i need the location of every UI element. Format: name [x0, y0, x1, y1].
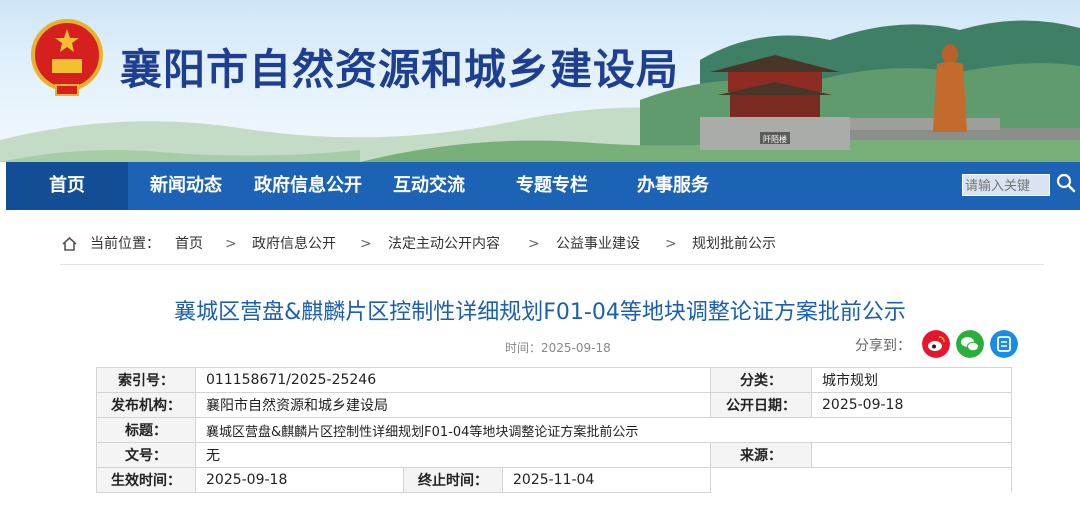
source-label: 来源： — [710, 442, 812, 468]
table-row: 索引号： 011158671/2025-25246 分类： 城市规划 — [96, 367, 1012, 393]
gate-sign: 阡陌楼 — [763, 134, 787, 144]
nav-item-home[interactable]: 首页 — [6, 162, 128, 210]
effective-label: 生效时间： — [96, 467, 196, 493]
info-table: 索引号： 011158671/2025-25246 分类： 城市规划 发布机构：… — [96, 367, 1012, 493]
share-label: 分享到： — [855, 338, 911, 354]
pubdate-label: 公开日期： — [710, 392, 812, 418]
docno-value: 无 — [195, 442, 711, 468]
empty-cell — [811, 467, 1012, 493]
article-title: 襄城区营盘&麒麟片区控制性详细规划F01-04等地块调整论证方案批前公示 — [174, 300, 906, 325]
breadcrumb-separator: > — [528, 236, 540, 252]
title-label: 标题： — [96, 417, 196, 443]
index-value: 011158671/2025-25246 — [195, 367, 711, 393]
table-row: 生效时间： 2025-09-18 终止时间： 2025-11-04 — [96, 467, 1012, 493]
breadcrumb-separator: > — [665, 236, 677, 252]
table-row: 发布机构： 襄阳市自然资源和城乡建设局 公开日期： 2025-09-18 — [96, 392, 1012, 418]
search-box — [962, 174, 1050, 196]
article-date-line: 时间：2025-09-18 — [505, 339, 611, 356]
nav-item-special-topics[interactable]: 专题专栏 — [516, 162, 588, 210]
breadcrumb-item-planning-notice[interactable]: 规划批前公示 — [692, 232, 776, 256]
breadcrumb-separator: > — [360, 236, 372, 252]
breadcrumb-item-public-welfare[interactable]: 公益事业建设 — [556, 232, 640, 256]
category-label: 分类： — [710, 367, 812, 393]
wechat-icon[interactable] — [956, 330, 984, 358]
article-date: 2025-09-18 — [541, 341, 611, 355]
publisher-label: 发布机构： — [96, 392, 196, 418]
pubdate-value: 2025-09-18 — [811, 392, 1012, 418]
end-label: 终止时间： — [403, 467, 503, 493]
effective-value: 2025-09-18 — [195, 467, 404, 493]
publisher-value: 襄阳市自然资源和城乡建设局 — [195, 392, 711, 418]
qzone-icon[interactable] — [990, 330, 1018, 358]
search-input[interactable] — [963, 177, 1049, 196]
main-nav: 首页 新闻动态 政府信息公开 互动交流 专题专栏 办事服务 — [6, 162, 1080, 210]
docno-label: 文号： — [96, 442, 196, 468]
breadcrumb-item-home[interactable]: 首页 — [175, 232, 203, 256]
empty-cell — [710, 467, 812, 493]
table-row: 文号： 无 来源： — [96, 442, 1012, 468]
breadcrumb-item-statutory[interactable]: 法定主动公开内容 — [388, 232, 500, 256]
source-value — [811, 442, 1012, 468]
breadcrumb-prefix: 当前位置： — [90, 236, 160, 252]
end-value: 2025-11-04 — [502, 467, 711, 493]
table-row: 标题： 襄城区营盘&麒麟片区控制性详细规划F01-04等地块调整论证方案批前公示 — [96, 417, 1012, 443]
category-value: 城市规划 — [811, 367, 1012, 393]
index-label: 索引号： — [96, 367, 196, 393]
nav-item-services[interactable]: 办事服务 — [637, 162, 709, 210]
gate-tower-illustration: 阡陌楼 — [700, 55, 850, 150]
breadcrumb-item-gov-info[interactable]: 政府信息公开 — [252, 232, 336, 256]
nav-item-interaction[interactable]: 互动交流 — [393, 162, 465, 210]
site-title: 襄阳市自然资源和城乡建设局 — [120, 45, 680, 94]
search-icon[interactable] — [1055, 172, 1077, 194]
nav-item-news[interactable]: 新闻动态 — [150, 162, 222, 210]
breadcrumb-divider — [60, 264, 1044, 265]
nav-item-gov-info[interactable]: 政府信息公开 — [254, 162, 362, 210]
breadcrumb-separator: > — [225, 236, 237, 252]
article-date-label: 时间： — [505, 341, 542, 355]
statue-illustration — [933, 44, 967, 132]
weibo-icon[interactable] — [922, 330, 950, 358]
header-banner: 襄阳市自然资源和城乡建设局 阡陌楼 — [0, 0, 1080, 162]
title-value: 襄城区营盘&麒麟片区控制性详细规划F01-04等地块调整论证方案批前公示 — [195, 417, 1012, 443]
home-icon — [62, 236, 77, 251]
national-emblem-icon — [31, 19, 103, 96]
